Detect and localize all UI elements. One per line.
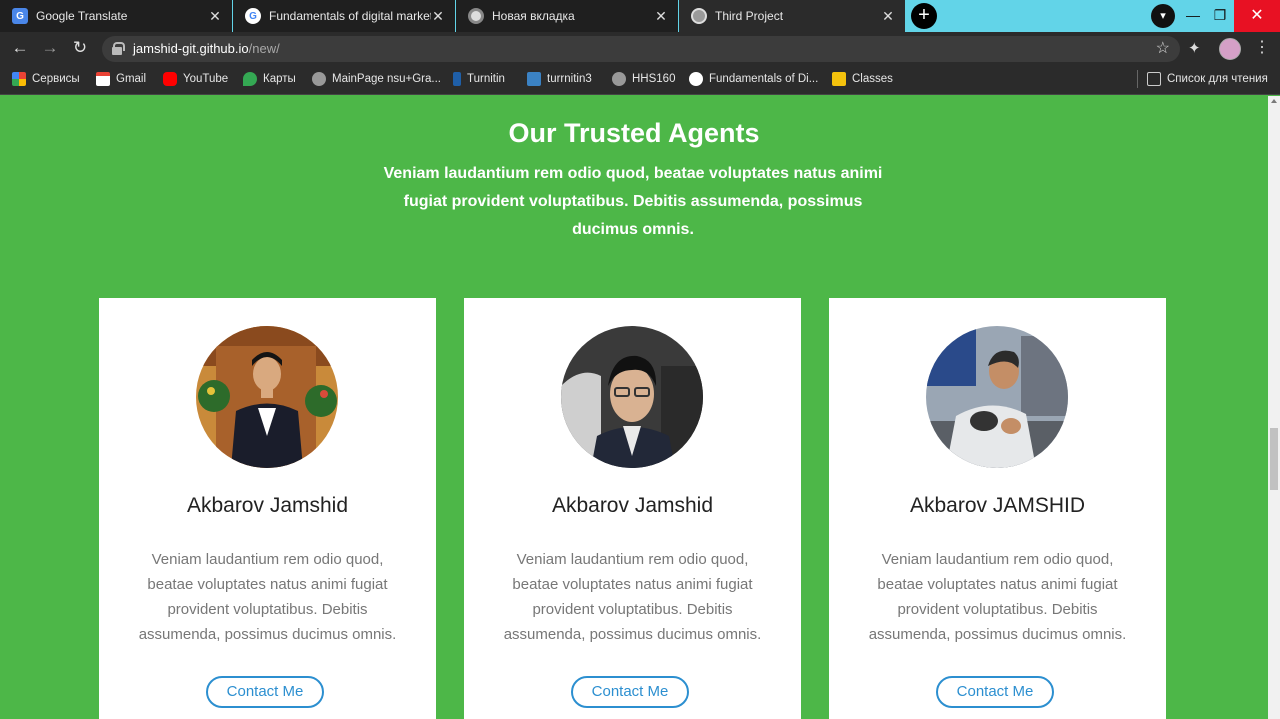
bookmark-star-icon[interactable]: ☆ bbox=[1156, 38, 1170, 58]
bookmark-hhs160[interactable]: HHS160 bbox=[612, 71, 675, 87]
bookmark-mainpage[interactable]: MainPage nsu+Gra... bbox=[312, 71, 441, 87]
tab-title: Google Translate bbox=[36, 9, 128, 23]
url-text: jamshid-git.github.io/new/ bbox=[133, 41, 280, 56]
globe-icon bbox=[312, 72, 326, 86]
contact-me-button[interactable]: Contact Me bbox=[571, 676, 689, 708]
maps-pin-icon bbox=[243, 72, 257, 86]
google-icon bbox=[689, 72, 703, 86]
classroom-icon bbox=[832, 72, 846, 86]
globe-icon bbox=[691, 8, 707, 24]
browser-toolbar: ← → ↻ jamshid-git.github.io/new/ ☆ bbox=[0, 32, 1280, 64]
address-bar[interactable]: jamshid-git.github.io/new/ ☆ bbox=[102, 36, 1180, 62]
bookmark-label: MainPage nsu+Gra... bbox=[332, 73, 441, 85]
bookmark-youtube[interactable]: YouTube bbox=[163, 71, 228, 87]
agent-name: Akbarov Jamshid bbox=[186, 494, 349, 517]
bookmark-apps[interactable]: Сервисы bbox=[12, 71, 80, 87]
close-tab-icon[interactable]: ✕ bbox=[431, 8, 445, 25]
bookmark-classes[interactable]: Classes bbox=[832, 71, 893, 87]
agent-card: Akbarov Jamshid Veniam laudantium rem od… bbox=[464, 298, 801, 719]
bookmark-label: YouTube bbox=[183, 73, 229, 85]
tab-search-icon[interactable]: ▾ bbox=[1151, 4, 1175, 28]
bookmark-label: Turnitin bbox=[467, 73, 505, 85]
google-translate-icon: G bbox=[12, 8, 28, 24]
back-icon[interactable]: ← bbox=[8, 36, 32, 60]
lock-icon bbox=[112, 42, 125, 55]
new-tab-button[interactable]: + bbox=[911, 3, 937, 29]
minimize-icon[interactable]: — bbox=[1179, 0, 1207, 32]
agent-description: Veniam laudantium rem odio quod, beatae … bbox=[138, 551, 397, 643]
scroll-up-arrow-icon[interactable] bbox=[1271, 99, 1277, 103]
tab-title: Third Project bbox=[715, 9, 784, 23]
close-tab-icon[interactable]: ✕ bbox=[654, 8, 668, 25]
bookmark-fundamentals[interactable]: Fundamentals of Di... bbox=[689, 71, 818, 87]
agent-photo bbox=[561, 326, 703, 468]
tab-third-project[interactable]: Third Project ✕ bbox=[679, 0, 905, 32]
bookmark-label: Gmail bbox=[116, 73, 147, 85]
agent-card: Akbarov JAMSHID Veniam laudantium rem od… bbox=[829, 298, 1166, 719]
agent-description: Veniam laudantium rem odio quod, beatae … bbox=[868, 551, 1127, 643]
contact-me-button[interactable]: Contact Me bbox=[206, 676, 324, 708]
bookmark-label: Карты bbox=[263, 73, 296, 85]
scrollbar-thumb[interactable] bbox=[1270, 428, 1278, 490]
close-tab-icon[interactable]: ✕ bbox=[881, 8, 895, 25]
agent-description: Veniam laudantium rem odio quod, beatae … bbox=[503, 551, 762, 643]
turnitin-icon bbox=[527, 72, 541, 86]
gmail-icon bbox=[96, 72, 110, 86]
agent-name: Akbarov JAMSHID bbox=[909, 494, 1086, 517]
agent-photo bbox=[926, 326, 1068, 468]
window-close-icon[interactable]: ✕ bbox=[1234, 0, 1280, 32]
scrollbar[interactable] bbox=[1268, 96, 1280, 719]
tab-fundamentals[interactable]: G Fundamentals of digital marketing ✕ bbox=[233, 0, 455, 32]
bookmark-maps[interactable]: Карты bbox=[243, 71, 296, 87]
contact-me-button[interactable]: Contact Me bbox=[936, 676, 1054, 708]
reading-list[interactable]: Список для чтения bbox=[1147, 71, 1268, 87]
youtube-icon bbox=[163, 72, 177, 86]
bookmark-turrnitin3[interactable]: turrnitin3 bbox=[527, 71, 592, 87]
tab-title: Fundamentals of digital marketing bbox=[269, 9, 431, 23]
tab-google-translate[interactable]: G Google Translate ✕ bbox=[0, 0, 232, 32]
bookmark-turnitin[interactable]: Turnitin bbox=[453, 71, 505, 87]
extensions-icon[interactable]: ✦ bbox=[1188, 39, 1201, 57]
restore-icon[interactable]: ❐ bbox=[1206, 0, 1234, 32]
bookmark-label: turrnitin3 bbox=[547, 73, 592, 85]
tab-title: Новая вкладка bbox=[492, 9, 575, 23]
agent-card: Akbarov Jamshid Veniam laudantium rem od… bbox=[99, 298, 436, 719]
bookmark-gmail[interactable]: Gmail bbox=[96, 71, 146, 87]
forward-icon[interactable]: → bbox=[38, 36, 62, 60]
bookmark-label: HHS160 bbox=[632, 73, 676, 85]
bookmark-label: Fundamentals of Di... bbox=[709, 73, 819, 85]
apps-grid-icon bbox=[12, 72, 26, 86]
reload-icon[interactable]: ↻ bbox=[68, 36, 92, 60]
profile-avatar[interactable] bbox=[1219, 38, 1241, 60]
google-icon: G bbox=[245, 8, 261, 24]
bookmark-label: Classes bbox=[852, 73, 893, 85]
globe-icon bbox=[612, 72, 626, 86]
agent-photo bbox=[196, 326, 338, 468]
reading-list-icon bbox=[1147, 72, 1161, 86]
agent-name: Akbarov Jamshid bbox=[551, 494, 714, 517]
turnitin-icon bbox=[453, 72, 461, 86]
section-subtitle: Veniam laudantium rem odio quod, beatae … bbox=[383, 165, 883, 238]
close-tab-icon[interactable]: ✕ bbox=[208, 8, 222, 25]
tab-new-tab[interactable]: Новая вкладка ✕ bbox=[456, 0, 678, 32]
chrome-icon bbox=[468, 8, 484, 24]
reading-list-label: Список для чтения bbox=[1167, 73, 1268, 85]
bookmark-label: Сервисы bbox=[32, 73, 80, 85]
menu-icon[interactable]: ⋮ bbox=[1254, 38, 1270, 58]
section-title: Our Trusted Agents bbox=[508, 118, 760, 148]
bookmarks-divider bbox=[1137, 70, 1138, 88]
